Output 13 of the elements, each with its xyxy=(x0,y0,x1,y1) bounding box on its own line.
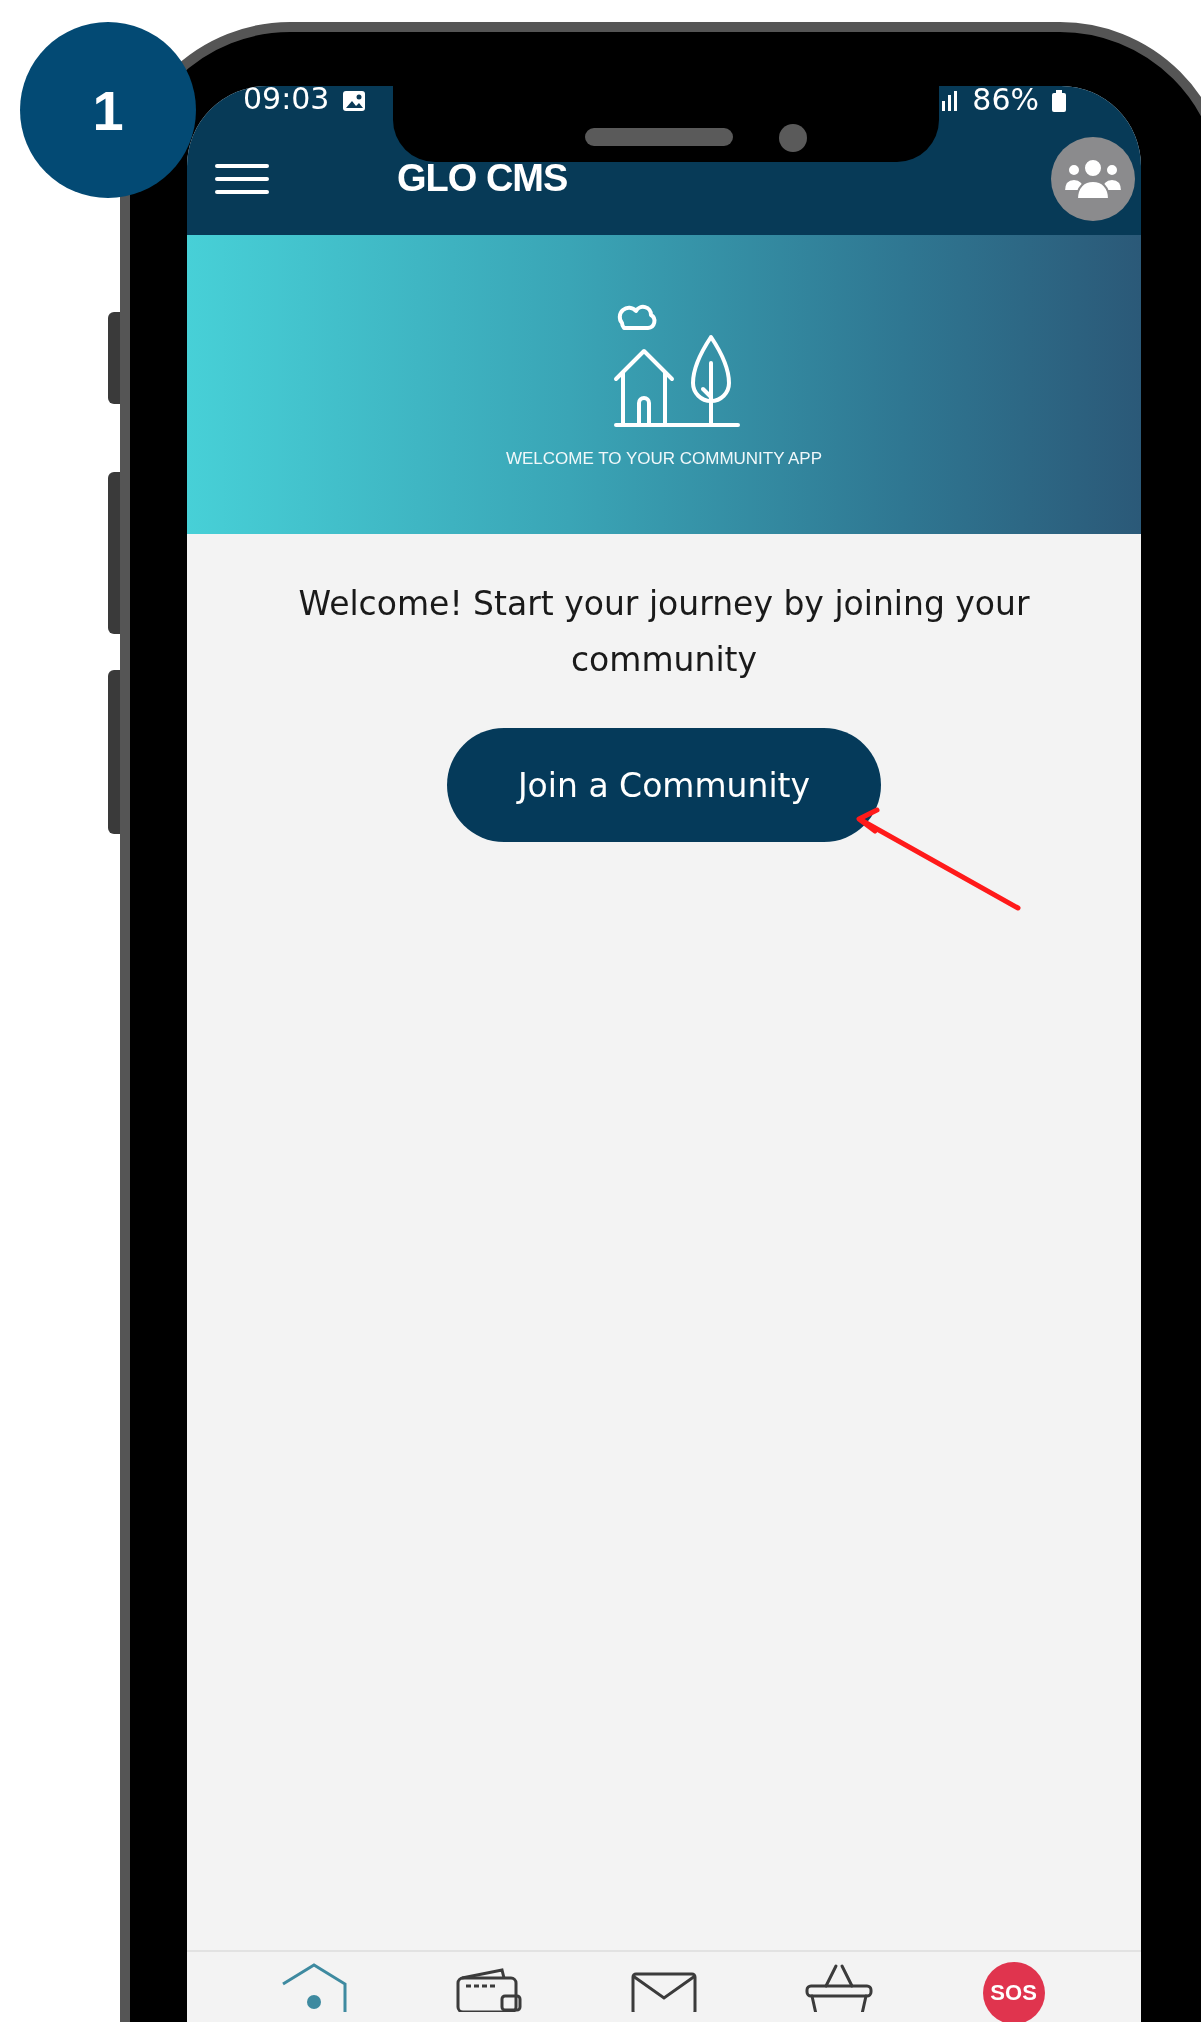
banner-caption: WELCOME TO YOUR COMMUNITY APP xyxy=(505,448,823,469)
menu-icon[interactable] xyxy=(215,161,269,196)
join-community-button[interactable]: Join a Community xyxy=(447,728,881,842)
front-camera xyxy=(779,124,807,152)
welcome-message: Welcome! Start your journey by joining your community xyxy=(297,583,1031,681)
battery-icon xyxy=(1051,89,1067,113)
basket-icon[interactable] xyxy=(803,1962,874,2012)
sos-button[interactable]: SOS xyxy=(982,1962,1045,2022)
status-time: 09:03 xyxy=(243,86,330,117)
app-title: GLO CMS xyxy=(397,157,568,200)
battery-percent: 86% xyxy=(972,86,1039,118)
step-number-badge: 1 xyxy=(20,22,196,198)
gallery-icon xyxy=(341,89,368,113)
